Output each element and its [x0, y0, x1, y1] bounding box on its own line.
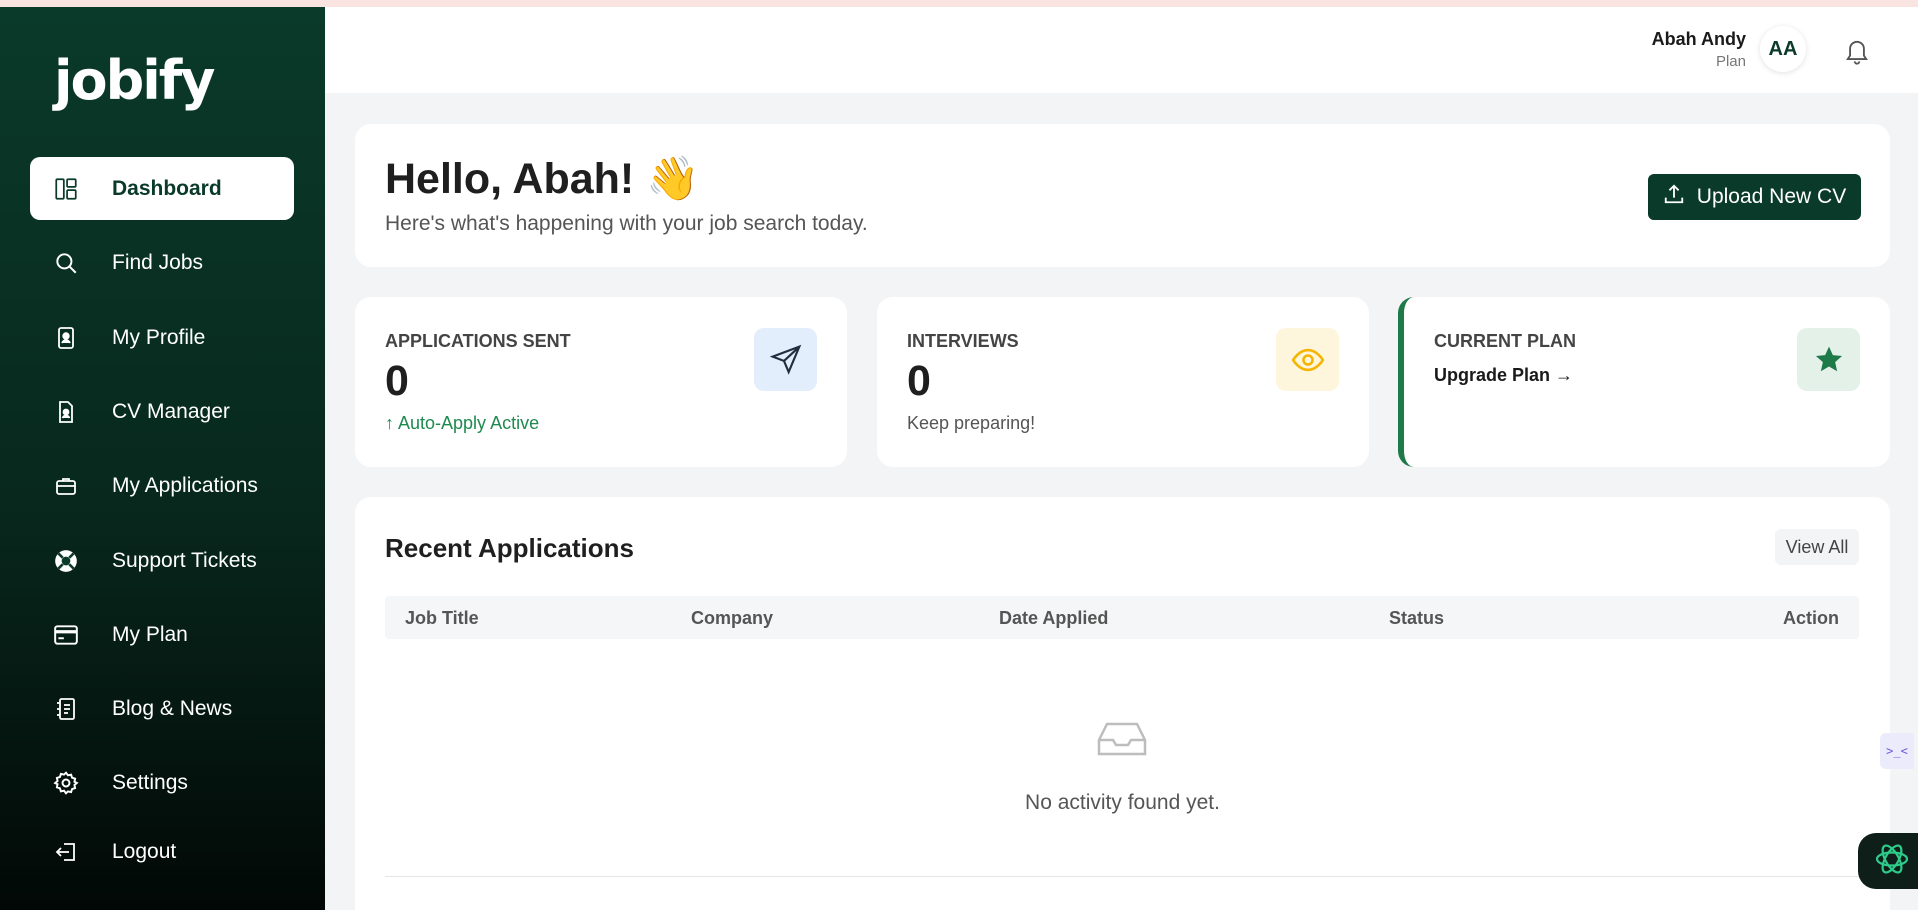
stat-interviews: INTERVIEWS 0 Keep preparing! [877, 297, 1369, 467]
sidebar-item-label: Find Jobs [112, 250, 204, 274]
sidebar-item-my-plan[interactable]: My Plan [30, 603, 294, 666]
sidebar-item-label: My Profile [112, 325, 206, 349]
send-icon [754, 328, 817, 391]
table-header: Job Title Company Date Applied Status Ac… [385, 596, 1859, 639]
upload-cv-button[interactable]: Upload New CV [1648, 174, 1861, 220]
news-icon [52, 695, 80, 723]
sidebar-item-label: My Applications [112, 473, 258, 497]
sidebar-item-label: Blog & News [112, 696, 233, 720]
ai-assistant-button[interactable] [1858, 833, 1918, 889]
user-name[interactable]: Abah Andy [1652, 29, 1746, 50]
stat-label: INTERVIEWS [907, 331, 1019, 351]
sidebar-item-support-tickets[interactable]: Support Tickets [30, 529, 294, 592]
dashboard-icon [52, 175, 80, 203]
upgrade-plan-link[interactable]: Upgrade Plan → [1434, 365, 1573, 386]
stat-note: ↑ Auto-Apply Active [385, 413, 540, 433]
logout-icon [52, 838, 80, 866]
column-header-date-applied: Date Applied [999, 608, 1109, 628]
sidebar-item-blog-news[interactable]: Blog & News [30, 677, 294, 740]
section-title: Recent Applications [385, 533, 634, 563]
divider [385, 876, 1859, 877]
sidebar: jobify Dashboard Find Jobs My Profile CV… [0, 7, 325, 910]
ai-assistant-icon [1872, 839, 1912, 884]
sidebar-item-label: Support Tickets [112, 548, 257, 572]
top-bar: Abah Andy Plan [325, 7, 1918, 93]
page-subtitle: Here's what's happening with your job se… [385, 212, 868, 235]
briefcase-icon [52, 472, 80, 500]
stat-value: 0 [907, 357, 931, 405]
empty-state-text: No activity found yet. [1025, 791, 1220, 814]
sidebar-item-label: CV Manager [112, 399, 230, 423]
stat-value: 0 [385, 357, 409, 405]
recent-applications-card: Recent Applications View All Job Title C… [355, 497, 1890, 910]
stat-applications-sent: APPLICATIONS SENT 0 ↑ Auto-Apply Active [355, 297, 847, 467]
user-plan: Plan [1715, 53, 1746, 70]
sidebar-item-logout[interactable]: Logout [30, 820, 294, 883]
eye-icon [1276, 328, 1339, 391]
sidebar-item-my-applications[interactable]: My Applications [30, 454, 294, 517]
stat-current-plan: CURRENT PLAN Upgrade Plan → [1398, 297, 1890, 467]
sidebar-item-my-profile[interactable]: My Profile [30, 306, 294, 369]
column-header-company: Company [691, 608, 774, 628]
view-all-button[interactable]: View All [1775, 529, 1859, 565]
sidebar-item-label: Logout [112, 839, 177, 863]
top-strip [0, 0, 1918, 7]
sidebar-item-dashboard[interactable]: Dashboard [30, 157, 294, 220]
page-title: Hello, Abah! 👋 [385, 155, 700, 203]
sidebar-item-label: My Plan [112, 622, 188, 646]
stat-label: APPLICATIONS SENT [385, 331, 571, 351]
jobify-logo[interactable]: jobify [54, 45, 215, 115]
sidebar-item-cv-manager[interactable]: CV Manager [30, 380, 294, 443]
avatar[interactable]: AA [1760, 26, 1806, 72]
credit-card-icon [52, 621, 80, 649]
gear-icon [52, 769, 80, 797]
upload-icon [1663, 183, 1685, 211]
code-widget-tab[interactable]: >_< [1880, 733, 1914, 769]
sidebar-item-find-jobs[interactable]: Find Jobs [30, 231, 294, 294]
upload-cv-label: Upload New CV [1696, 185, 1847, 208]
welcome-card: Hello, Abah! 👋 Here's what's happening w… [355, 124, 1890, 267]
bell-icon[interactable] [1843, 36, 1871, 66]
sidebar-item-label: Dashboard [112, 176, 222, 200]
column-header-status: Status [1389, 608, 1445, 628]
document-icon [52, 398, 80, 426]
star-icon [1797, 328, 1860, 391]
search-icon [52, 249, 80, 277]
code-icon: >_< [1886, 744, 1908, 758]
column-header-action: Action [1783, 608, 1839, 628]
stat-label: CURRENT PLAN [1434, 331, 1576, 351]
column-header-job-title: Job Title [405, 608, 479, 628]
stat-note: Keep preparing! [907, 413, 1036, 433]
inbox-icon [1097, 721, 1147, 757]
profile-icon [52, 324, 80, 352]
sidebar-item-label: Settings [112, 770, 188, 794]
lifebuoy-icon [52, 547, 80, 575]
sidebar-item-settings[interactable]: Settings [30, 751, 294, 814]
logo-text: jobify [54, 48, 215, 112]
